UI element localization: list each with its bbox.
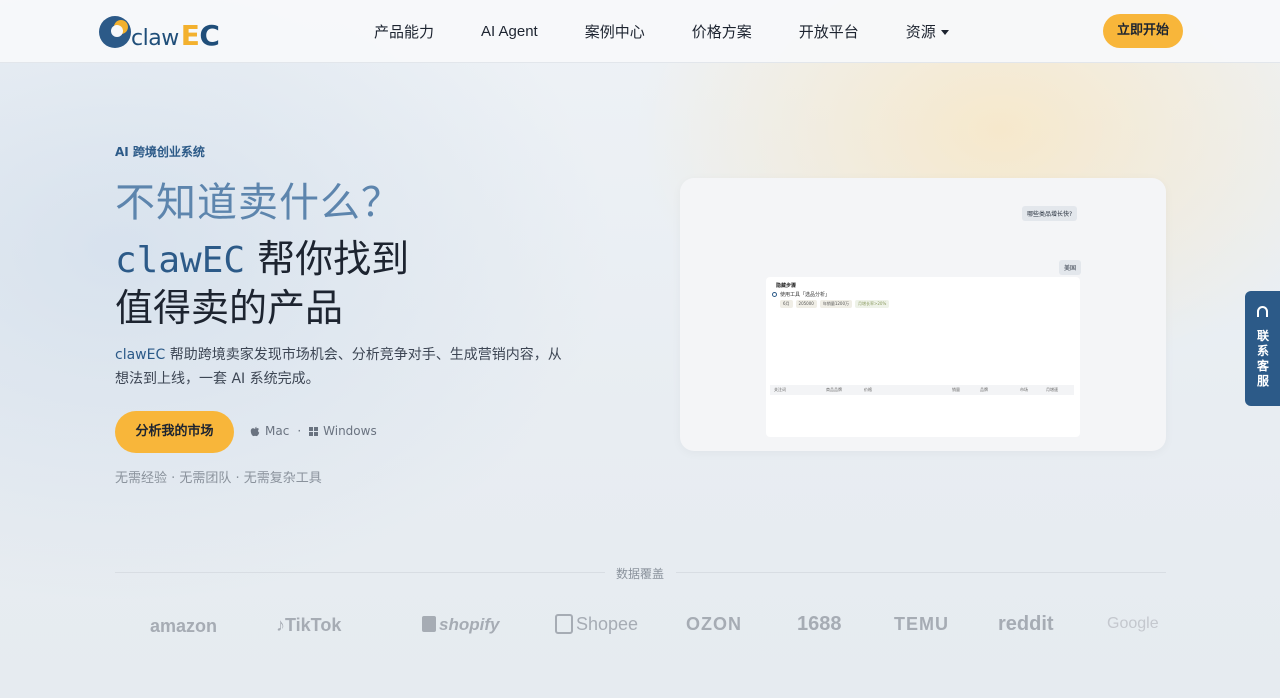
- preview-result-panel: 隐藏步骤 使用工具「选品分析」 6月 205000 年销量1200万 月增长率>…: [766, 277, 1080, 437]
- logo-shopee-text: Shopee: [576, 614, 639, 634]
- tiktok-note-icon: ♪: [276, 615, 285, 635]
- hero-title-line3: 值得卖的产品: [115, 286, 344, 330]
- windows-icon: [309, 426, 319, 436]
- table-header-cell: 品牌: [980, 387, 988, 392]
- shopee-bag-icon: [555, 614, 573, 634]
- preview-chip: 205000: [795, 300, 817, 308]
- customer-service-tab[interactable]: 联系客服: [1245, 291, 1280, 406]
- menu-item-resources-label: 资源: [905, 23, 936, 41]
- hero-desc-text: 帮助跨境卖家发现市场机会、分析竞争对手、生成营销内容，从想法到上线，一套 AI …: [115, 347, 562, 387]
- hero-description: clawEC 帮助跨境卖家发现市场机会、分析竞争对手、生成营销内容，从想法到上线…: [115, 343, 575, 391]
- logo-temu: TEMU: [894, 614, 949, 634]
- platform-separator: ·: [297, 424, 302, 438]
- logo-amazon: amazon: [150, 616, 218, 636]
- preview-chip: 年销量1200万: [819, 300, 853, 308]
- logo-reddit: reddit: [998, 613, 1054, 635]
- start-now-button[interactable]: 立即开始: [1103, 14, 1183, 48]
- top-nav: clawEC 产品能力 AI Agent 案例中心 价格方案 开放平台 资源 立…: [0, 0, 1280, 63]
- hero-title-line2-rest: 帮你找到: [245, 237, 410, 281]
- table-header-cell: 关注词: [774, 387, 786, 392]
- hero-title-line1: 不知道卖什么？: [115, 180, 402, 226]
- menu-item-pricing[interactable]: 价格方案: [692, 21, 752, 42]
- caret-down-icon: [940, 30, 949, 35]
- hero-brand: clawEC: [115, 240, 246, 281]
- preview-chips: 6月 205000 年销量1200万 月增长率>20%: [780, 300, 892, 308]
- menu-item-resources[interactable]: 资源: [906, 21, 949, 42]
- table-header-cell: 市场: [1020, 387, 1028, 392]
- platform-list: Mac · Windows: [250, 424, 377, 438]
- logo-shopee: Shopee: [555, 614, 638, 635]
- logo-tiktok: ♪TikTok: [276, 615, 341, 636]
- logo-ozon: OZON: [686, 614, 742, 634]
- analyze-market-button[interactable]: 分析我的市场: [115, 411, 234, 453]
- logo-mark-icon: [99, 16, 131, 48]
- hero-note: 无需经验 · 无需团队 · 无需复杂工具: [115, 471, 322, 486]
- preview-chip: 6月: [780, 300, 793, 308]
- preview-table-header: 关注词 商品品牌 价格 销量 品牌 市场 月增速: [770, 385, 1074, 395]
- logo-1688: 1688: [797, 613, 842, 635]
- shopify-bag-icon: [422, 616, 436, 632]
- headset-icon: [1257, 306, 1268, 317]
- platform-windows[interactable]: Windows: [323, 424, 377, 438]
- platform-mac[interactable]: Mac: [265, 424, 289, 438]
- logo-shopify-text: shopify: [439, 615, 500, 634]
- logo-text: clawEC: [131, 18, 220, 52]
- menu-item-products[interactable]: 产品能力: [374, 21, 434, 42]
- hero-desc-brand: clawEC: [115, 347, 166, 363]
- platform-logos: amazon ♪TikTok shopify Shopee OZON 1688 …: [0, 612, 1280, 642]
- logo-google: Google: [1107, 615, 1159, 632]
- logo-shopify: shopify: [422, 615, 499, 635]
- table-header-cell: 销量: [952, 387, 960, 392]
- main-menu: 产品能力 AI Agent 案例中心 价格方案 开放平台 资源: [374, 0, 996, 63]
- menu-item-cases[interactable]: 案例中心: [585, 21, 645, 42]
- table-header-cell: 商品品牌: [826, 387, 842, 392]
- preview-chip: 月增长率>20%: [855, 300, 890, 308]
- menu-item-open-platform[interactable]: 开放平台: [799, 21, 859, 42]
- hero-title-line2: clawEC 帮你找到: [115, 228, 409, 283]
- chat-region-bubble: 美国: [1059, 260, 1082, 275]
- table-header-cell: 价格: [864, 387, 872, 392]
- chat-question-bubble: 哪些类品增长快?: [1022, 206, 1078, 221]
- preview-step-line: 使用工具「选品分析」: [772, 291, 830, 298]
- logo[interactable]: clawEC: [97, 14, 220, 52]
- table-header-cell: 月增速: [1046, 387, 1058, 392]
- product-preview-card: 哪些类品增长快? 美国 隐藏步骤 使用工具「选品分析」 6月 205000 年销…: [680, 178, 1166, 451]
- hero-eyebrow: AI 跨境创业系统: [115, 145, 205, 159]
- menu-item-ai-agent[interactable]: AI Agent: [481, 23, 538, 40]
- preview-step-text: 使用工具「选品分析」: [780, 292, 831, 298]
- customer-service-label: 联系客服: [1256, 329, 1269, 388]
- coverage-title: 数据覆盖: [615, 567, 664, 581]
- apple-icon: [250, 426, 260, 436]
- tool-icon: [772, 292, 777, 297]
- logo-tiktok-text: TikTok: [285, 615, 342, 635]
- preview-step-title: 隐藏步骤: [776, 283, 797, 289]
